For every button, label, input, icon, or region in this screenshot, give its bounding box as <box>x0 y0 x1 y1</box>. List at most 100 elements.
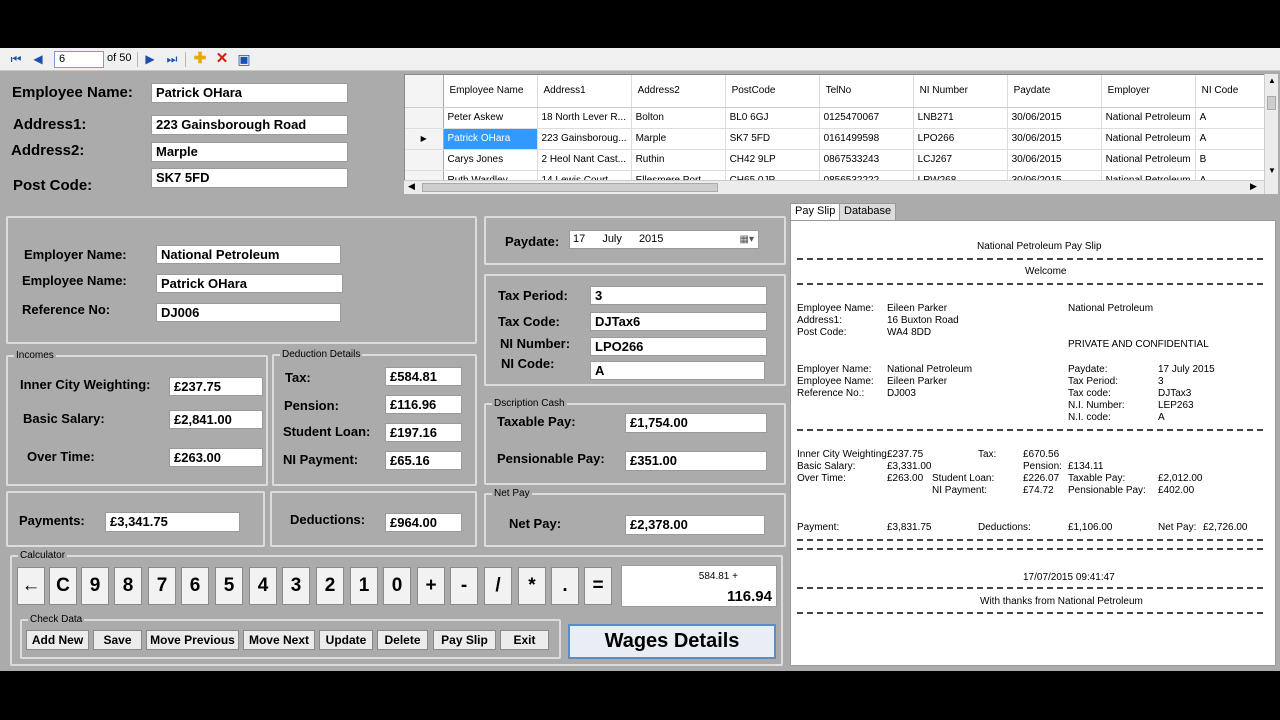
deductions-total-field[interactable]: £964.00 <box>385 513 462 532</box>
table-cell[interactable]: 223 Gainsboroug... <box>537 128 632 150</box>
column-header[interactable]: Employer <box>1101 75 1196 108</box>
table-cell[interactable]: 0125470067 <box>819 107 914 129</box>
digit-2-button[interactable]: 2 <box>316 567 344 605</box>
column-header[interactable]: Employee Name <box>443 75 538 108</box>
tax-period-field[interactable]: 3 <box>590 286 767 305</box>
grid-horizontal-scrollbar[interactable]: ◀ ▶ <box>404 180 1278 194</box>
table-cell[interactable]: 30/06/2015 <box>1007 149 1102 171</box>
scrollbar-thumb[interactable] <box>422 183 718 192</box>
move-previous-icon[interactable]: ◀ <box>30 51 46 67</box>
save-icon[interactable]: ▣ <box>236 51 252 67</box>
delete-button[interactable]: Delete <box>377 630 428 650</box>
table-cell[interactable]: A <box>1195 107 1266 129</box>
move-first-icon[interactable]: ⏮ <box>8 51 24 67</box>
digit-1-button[interactable]: 1 <box>350 567 378 605</box>
calendar-dropdown-icon[interactable]: ▦▾ <box>740 231 754 248</box>
digit-7-button[interactable]: 7 <box>148 567 176 605</box>
table-cell[interactable]: 18 North Lever R... <box>537 107 632 129</box>
table-cell[interactable]: CH42 9LP <box>725 149 820 171</box>
minus-button[interactable]: - <box>450 567 478 605</box>
table-cell[interactable]: Bolton <box>631 107 726 129</box>
move-next-icon[interactable]: ▶ <box>142 51 158 67</box>
column-header[interactable]: Address1 <box>537 75 632 108</box>
table-cell[interactable]: National Petroleum <box>1101 107 1196 129</box>
position-input[interactable]: 6 <box>54 51 104 68</box>
employee-data-grid[interactable]: Employee Name Address1 Address2 PostCode… <box>404 74 1278 194</box>
table-row[interactable]: Carys Jones 2 Heol Nant Cast... Ruthin C… <box>405 149 1266 171</box>
paydate-picker[interactable]: 17 July 2015 ▦▾ <box>569 230 759 249</box>
tax-code-field[interactable]: DJTax6 <box>590 312 767 331</box>
move-previous-button[interactable]: Move Previous <box>146 630 239 650</box>
update-button[interactable]: Update <box>319 630 373 650</box>
employee-name-field-2[interactable]: Patrick OHara <box>156 274 343 293</box>
column-header[interactable]: NI Code <box>1195 75 1266 108</box>
table-cell[interactable]: 30/06/2015 <box>1007 107 1102 129</box>
tax-field[interactable]: £584.81 <box>385 367 462 386</box>
table-cell[interactable]: Ruthin <box>631 149 726 171</box>
row-header[interactable] <box>405 107 444 129</box>
table-cell[interactable]: Peter Askew <box>443 107 538 129</box>
table-cell[interactable]: Patrick OHara <box>443 128 538 150</box>
digit-3-button[interactable]: 3 <box>282 567 310 605</box>
table-cell[interactable]: 30/06/2015 <box>1007 128 1102 150</box>
column-header[interactable]: TelNo <box>819 75 914 108</box>
table-cell[interactable]: BL0 6GJ <box>725 107 820 129</box>
inner-city-weighting-field[interactable]: £237.75 <box>169 377 263 396</box>
exit-button[interactable]: Exit <box>500 630 549 650</box>
taxable-pay-field[interactable]: £1,754.00 <box>625 413 767 433</box>
postcode-field[interactable]: SK7 5FD <box>151 168 348 188</box>
table-cell[interactable]: SK7 5FD <box>725 128 820 150</box>
table-cell[interactable]: 0867533243 <box>819 149 914 171</box>
delete-icon[interactable]: ✕ <box>214 51 230 67</box>
scroll-down-icon[interactable]: ▼ <box>1268 166 1276 175</box>
table-cell[interactable]: National Petroleum <box>1101 149 1196 171</box>
move-last-icon[interactable]: ⏭ <box>164 51 180 67</box>
employee-name-field[interactable]: Patrick OHara <box>151 83 348 103</box>
equals-button[interactable]: = <box>584 567 612 605</box>
column-header[interactable]: Paydate <box>1007 75 1102 108</box>
payments-field[interactable]: £3,341.75 <box>105 512 240 532</box>
clear-button[interactable]: C <box>49 567 77 605</box>
employer-name-field[interactable]: National Petroleum <box>156 245 341 264</box>
column-header[interactable]: PostCode <box>725 75 820 108</box>
net-pay-field[interactable]: £2,378.00 <box>625 515 765 535</box>
basic-salary-field[interactable]: £2,841.00 <box>169 410 263 429</box>
row-header[interactable] <box>405 149 444 171</box>
scroll-right-icon[interactable]: ▶ <box>1250 181 1257 192</box>
scroll-up-icon[interactable]: ▲ <box>1268 76 1276 85</box>
table-cell[interactable]: B <box>1195 149 1266 171</box>
wages-details-button[interactable]: Wages Details <box>568 624 776 659</box>
table-cell[interactable]: LPO266 <box>913 128 1008 150</box>
table-cell[interactable]: Marple <box>631 128 726 150</box>
ni-code-field[interactable]: A <box>590 361 765 380</box>
column-header[interactable]: NI Number <box>913 75 1008 108</box>
table-cell[interactable]: LCJ267 <box>913 149 1008 171</box>
over-time-field[interactable]: £263.00 <box>169 448 263 467</box>
table-cell[interactable]: A <box>1195 128 1266 150</box>
student-loan-field[interactable]: £197.16 <box>385 423 462 442</box>
pensionable-pay-field[interactable]: £351.00 <box>625 451 767 471</box>
decimal-button[interactable]: . <box>551 567 579 605</box>
plus-button[interactable]: + <box>417 567 445 605</box>
digit-4-button[interactable]: 4 <box>249 567 277 605</box>
table-cell[interactable]: Carys Jones <box>443 149 538 171</box>
grid-vertical-scrollbar[interactable]: ▲ ▼ <box>1264 74 1278 194</box>
table-cell[interactable]: LNB271 <box>913 107 1008 129</box>
add-new-icon[interactable]: ✚ <box>192 51 208 67</box>
ni-payment-field[interactable]: £65.16 <box>385 451 462 470</box>
digit-0-button[interactable]: 0 <box>383 567 411 605</box>
scroll-left-icon[interactable]: ◀ <box>408 181 415 192</box>
pay-slip-button[interactable]: Pay Slip <box>433 630 496 650</box>
move-next-button[interactable]: Move Next <box>243 630 315 650</box>
backspace-button[interactable]: ← <box>17 567 45 605</box>
address1-field[interactable]: 223 Gainsborough Road <box>151 115 348 135</box>
add-new-button[interactable]: Add New <box>26 630 89 650</box>
tab-pay-slip[interactable]: Pay Slip <box>790 203 841 220</box>
digit-8-button[interactable]: 8 <box>114 567 142 605</box>
table-row[interactable]: Peter Askew 18 North Lever R... Bolton B… <box>405 107 1266 129</box>
digit-5-button[interactable]: 5 <box>215 567 243 605</box>
divide-button[interactable]: / <box>484 567 512 605</box>
scrollbar-thumb[interactable] <box>1267 96 1276 110</box>
digit-6-button[interactable]: 6 <box>181 567 209 605</box>
ni-number-field[interactable]: LPO266 <box>590 337 767 356</box>
